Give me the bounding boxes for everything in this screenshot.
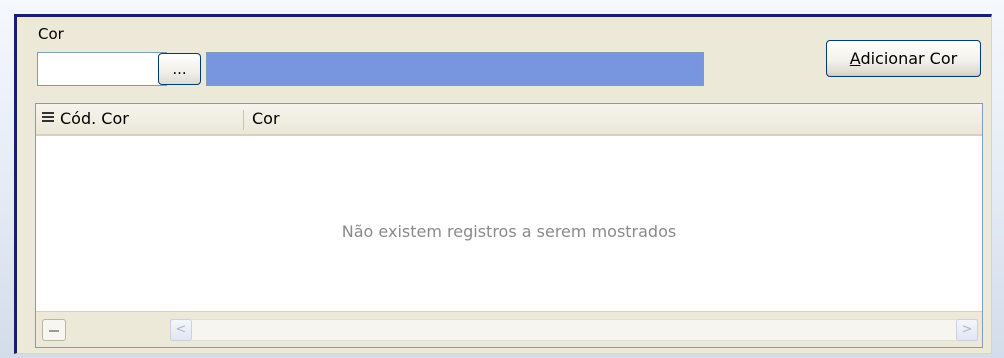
add-color-mnemonic: A — [849, 49, 861, 68]
color-panel: Cor ... Adicionar Cor Cód. Cor Cor Não e… — [14, 14, 992, 354]
color-code-input[interactable] — [37, 52, 167, 86]
grid-footer: < > — [36, 311, 982, 347]
color-description-field — [206, 52, 704, 86]
scroll-right-icon[interactable]: > — [956, 319, 978, 341]
add-color-button[interactable]: Adicionar Cor — [826, 40, 981, 77]
grid-header: Cód. Cor Cor — [36, 104, 982, 136]
colors-grid[interactable]: Cód. Cor Cor Não existem registros a ser… — [35, 103, 983, 348]
horizontal-scrollbar[interactable]: < > — [170, 319, 978, 341]
group-label: Cor — [38, 25, 64, 43]
empty-message: Não existem registros a serem mostrados — [341, 222, 677, 241]
scroll-left-icon[interactable]: < — [170, 319, 192, 341]
lookup-button[interactable]: ... — [158, 53, 201, 85]
column-header-color[interactable]: Cor — [252, 104, 280, 134]
column-separator[interactable] — [243, 110, 244, 130]
collapse-icon[interactable] — [42, 319, 66, 341]
add-color-label: dicionar Cor — [860, 49, 958, 68]
column-chooser-icon[interactable] — [42, 112, 54, 126]
column-header-color-code[interactable]: Cód. Cor — [60, 104, 129, 134]
